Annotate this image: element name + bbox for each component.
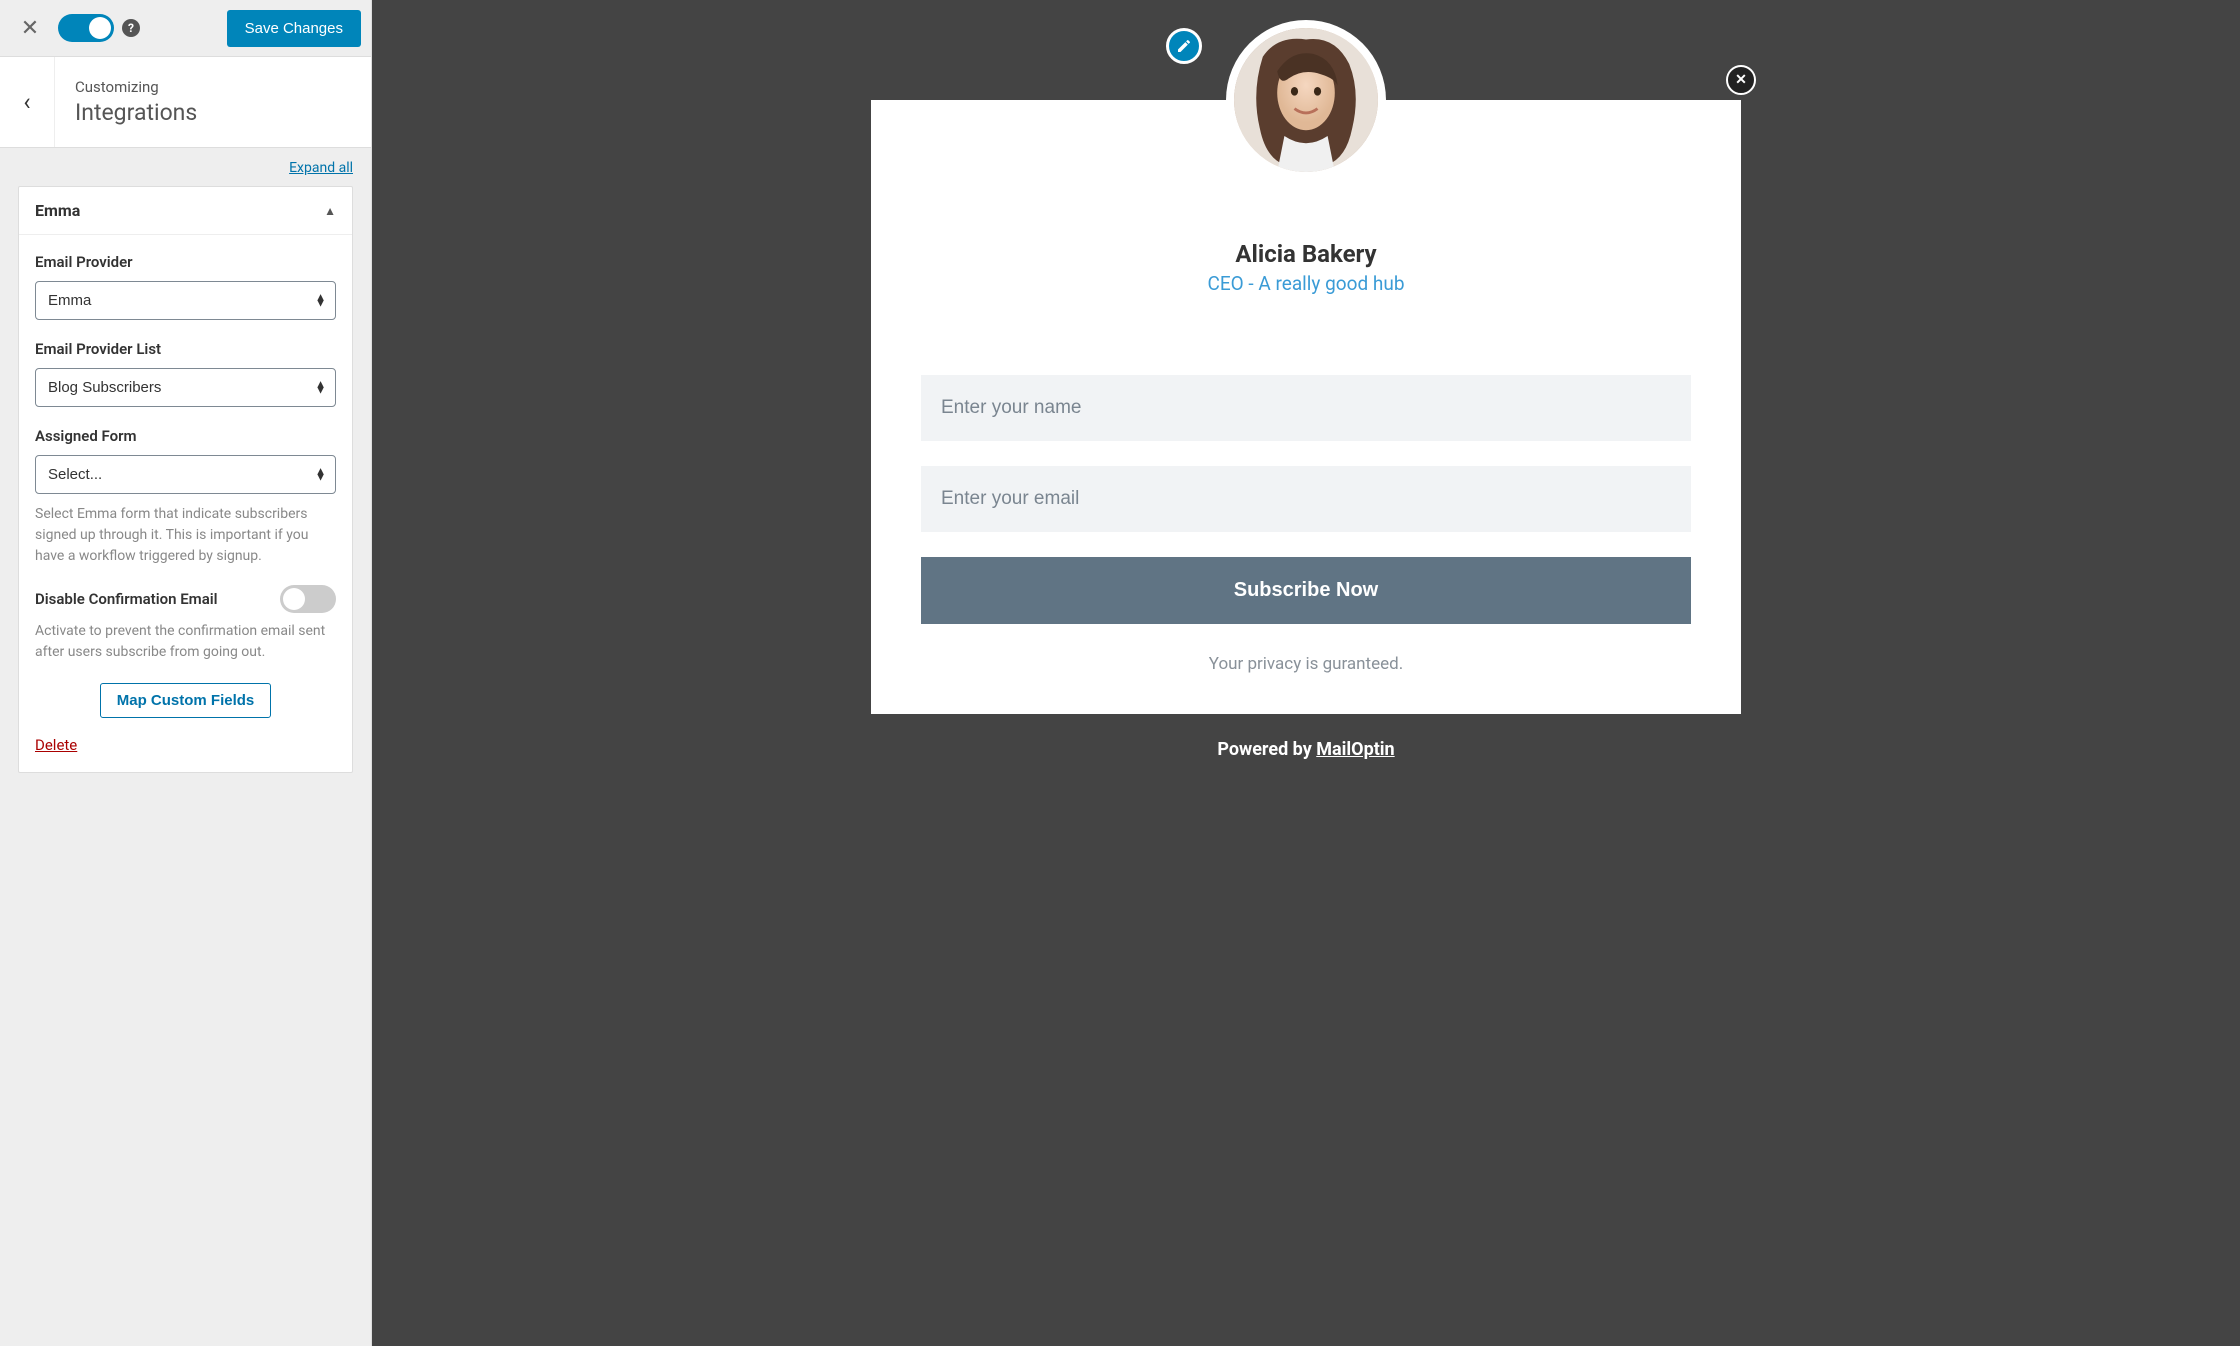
optin-subtitle: CEO - A really good hub	[921, 272, 1691, 295]
back-button[interactable]: ‹	[0, 57, 55, 147]
customizing-label: Customizing	[75, 78, 351, 96]
name-input[interactable]	[921, 375, 1691, 441]
preview-toggle[interactable]	[58, 14, 114, 42]
section-header: ‹ Customizing Integrations	[0, 57, 371, 148]
accordion-header[interactable]: Emma ▲	[19, 187, 352, 235]
assigned-form-select[interactable]: Select...	[35, 455, 336, 494]
email-input[interactable]	[921, 466, 1691, 532]
disable-confirmation-label: Disable Confirmation Email	[35, 590, 218, 608]
edit-avatar-button[interactable]	[1166, 28, 1202, 64]
customizer-topbar: ✕ ? Save Changes	[0, 0, 371, 57]
powered-by: Powered by MailOptin	[871, 739, 1741, 760]
email-provider-list-select[interactable]: Blog Subscribers	[35, 368, 336, 407]
close-customizer-button[interactable]: ✕	[10, 8, 50, 48]
help-icon[interactable]: ?	[122, 19, 140, 37]
email-provider-select[interactable]: Emma	[35, 281, 336, 320]
subscribe-button[interactable]: Subscribe Now	[921, 557, 1691, 624]
chevron-up-icon: ▲	[324, 204, 336, 218]
preview-pane: ✕ Alicia Bakery CEO - A really good hub …	[372, 0, 2240, 1346]
assigned-form-help: Select Emma form that indicate subscribe…	[35, 504, 336, 567]
integration-accordion: Emma ▲ Email Provider Emma ▲▼ Email Prov…	[18, 186, 353, 773]
panel-body: Expand all Emma ▲ Email Provider Emma ▲▼…	[0, 148, 371, 785]
email-provider-list-label: Email Provider List	[35, 340, 336, 358]
avatar-image	[1234, 28, 1378, 172]
email-provider-label: Email Provider	[35, 253, 336, 271]
customizer-sidebar: ✕ ? Save Changes ‹ Customizing Integrati…	[0, 0, 372, 1346]
assigned-form-label: Assigned Form	[35, 427, 336, 445]
avatar	[1226, 20, 1386, 180]
privacy-text: Your privacy is guranteed.	[921, 654, 1691, 674]
delete-link[interactable]: Delete	[35, 736, 77, 754]
save-changes-button[interactable]: Save Changes	[227, 10, 361, 47]
accordion-title: Emma	[35, 201, 80, 220]
map-custom-fields-button[interactable]: Map Custom Fields	[100, 683, 272, 718]
expand-all-link[interactable]: Expand all	[18, 160, 353, 176]
optin-card: ✕ Alicia Bakery CEO - A really good hub …	[871, 100, 1741, 714]
mailoptin-link[interactable]: MailOptin	[1316, 739, 1394, 760]
disable-confirmation-toggle[interactable]	[280, 585, 336, 613]
close-optin-button[interactable]: ✕	[1726, 65, 1756, 95]
section-title: Integrations	[75, 99, 351, 126]
optin-name: Alicia Bakery	[921, 240, 1691, 268]
disable-confirmation-help: Activate to prevent the confirmation ema…	[35, 621, 336, 663]
pencil-icon	[1176, 38, 1192, 54]
